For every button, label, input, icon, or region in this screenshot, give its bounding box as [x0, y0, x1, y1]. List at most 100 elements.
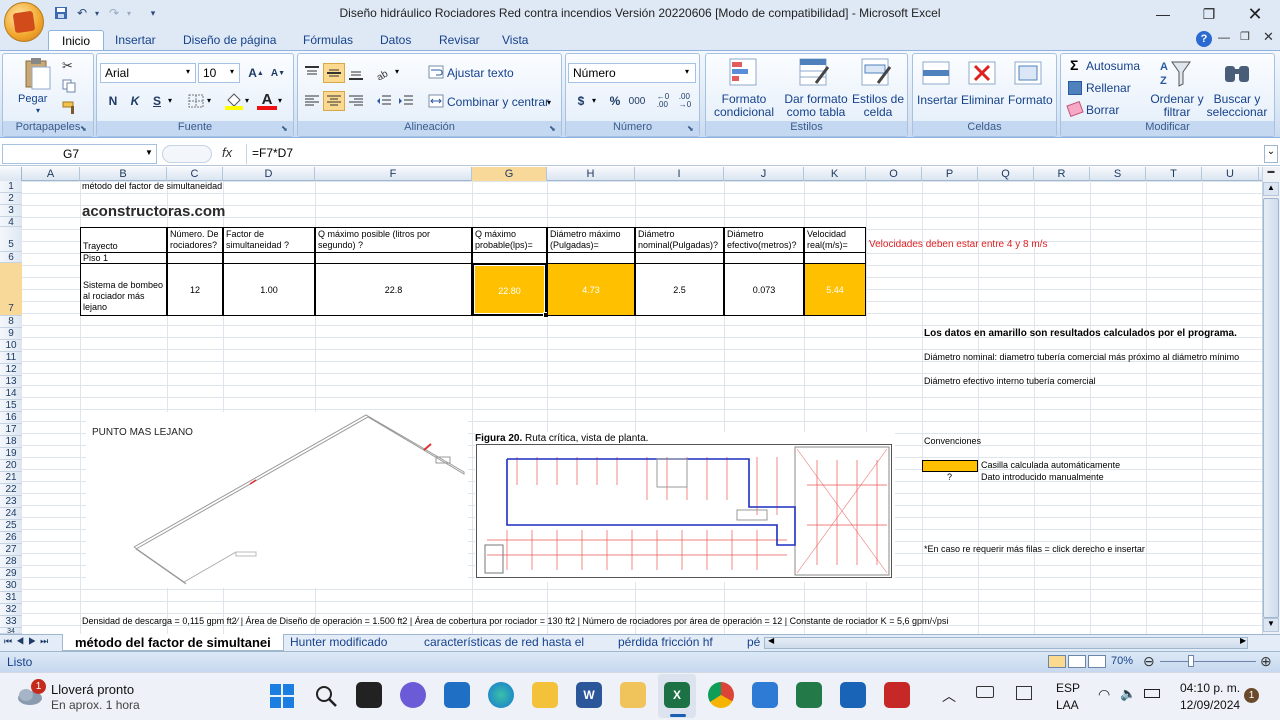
percent-button[interactable]: % [604, 91, 626, 111]
header-qmax[interactable]: Q máximo posible (litros por segundo) ? [315, 227, 472, 253]
decrease-decimal-icon[interactable]: .00 →0 [674, 91, 696, 111]
row-header[interactable]: 23 [0, 496, 22, 508]
fill-color-dropdown-icon[interactable]: ▾ [245, 96, 249, 105]
font-color-dropdown-icon[interactable]: ▾ [278, 96, 282, 105]
fill-icon[interactable] [1068, 81, 1082, 95]
format-as-table-button[interactable]: Dar formato como tabla [780, 93, 852, 119]
zoom-slider-track[interactable] [1160, 661, 1256, 662]
sheet-tab-active[interactable]: método del factor de simultanei [62, 634, 284, 651]
underline-button[interactable]: S [146, 91, 168, 111]
ribbon-restore-icon[interactable]: ❐ [1240, 30, 1250, 43]
redo-dropdown-icon[interactable]: ▾ [120, 5, 138, 21]
note-effective-diameter[interactable]: Diámetro efectivo interno tubería comerc… [924, 376, 1096, 387]
column-header-a[interactable]: A [22, 167, 80, 181]
row-header[interactable]: 33 [0, 616, 22, 628]
format-painter-icon[interactable] [62, 101, 78, 115]
alignment-launcher-icon[interactable]: ⬊ [549, 124, 556, 133]
formula-input[interactable]: =F7*D7 [252, 146, 293, 160]
column-header-j[interactable]: J [724, 167, 804, 181]
tab-inicio[interactable]: Inicio [48, 30, 105, 50]
font-name-combo[interactable]: Arial [100, 63, 196, 83]
wifi-icon[interactable]: ◠ [1098, 686, 1110, 703]
shrink-font-icon[interactable]: A ▼ [267, 63, 289, 83]
tab-formulas[interactable]: Fórmulas [290, 30, 366, 50]
conventions-title[interactable]: Convenciones [924, 436, 981, 447]
align-left-icon[interactable] [301, 91, 323, 111]
velocity-warning[interactable]: Velocidades deben estar entre 4 y 8 m/s [869, 239, 1047, 250]
ribbon-minimize-icon[interactable]: — [1218, 30, 1230, 44]
autosum-icon[interactable]: Σ [1070, 57, 1078, 73]
merge-center-button[interactable]: Combinar y centrar [447, 95, 549, 109]
select-all-button[interactable] [0, 167, 22, 181]
row-header[interactable]: 18 [0, 436, 22, 448]
column-header-d[interactable]: D [223, 167, 315, 181]
conventions-manual-symbol[interactable]: ? [947, 472, 952, 483]
column-header-k[interactable]: K [804, 167, 866, 181]
column-header-h[interactable]: H [547, 167, 635, 181]
cell-styles-icon[interactable] [860, 57, 892, 89]
align-right-icon[interactable] [345, 91, 367, 111]
conditional-format-button[interactable]: Formato condicional [708, 93, 780, 119]
row-header[interactable]: 24 [0, 508, 22, 520]
folder-app-icon[interactable] [620, 682, 646, 708]
font-name-dropdown-icon[interactable]: ▾ [186, 67, 190, 76]
paste-icon[interactable] [20, 57, 54, 91]
sort-filter-icon[interactable]: AZ [1160, 58, 1192, 90]
number-format-dropdown-icon[interactable]: ▾ [685, 67, 689, 76]
keyboard-layout[interactable]: LAA [1056, 698, 1079, 712]
clipboard-launcher-icon[interactable]: ⬊ [80, 124, 87, 133]
currency-button[interactable]: $ [570, 91, 592, 111]
borders-dropdown-icon[interactable]: ▾ [207, 96, 211, 105]
tab-diseno-pagina[interactable]: Diseño de página [170, 30, 289, 50]
horizontal-scrollbar[interactable] [764, 637, 1248, 649]
wrap-text-icon[interactable] [428, 65, 444, 79]
row-header[interactable]: 31 [0, 592, 22, 604]
fill-button[interactable]: Rellenar [1086, 81, 1131, 95]
row-header[interactable]: 17 [0, 424, 22, 436]
currency-dropdown-icon[interactable]: ▾ [592, 96, 596, 105]
format-cells-button[interactable]: Formato [1008, 93, 1053, 107]
find-select-icon[interactable] [1221, 58, 1253, 90]
column-header-s[interactable]: S [1090, 167, 1146, 181]
dnom-value[interactable]: 2.5 [635, 263, 724, 316]
notification-badge[interactable]: 1 [1244, 688, 1259, 703]
column-header-c[interactable]: C [167, 167, 223, 181]
column-header-o[interactable]: O [866, 167, 922, 181]
weather-subtitle[interactable]: En aprox. 1 hora [51, 698, 140, 712]
column-header-g[interactable]: G [472, 167, 547, 181]
delete-cells-button[interactable]: Eliminar [961, 93, 1004, 107]
insert-cells-icon[interactable] [921, 58, 953, 88]
align-bottom-icon[interactable] [345, 63, 367, 83]
note-nominal-diameter[interactable]: Diámetro nominal: diametro tubería comer… [924, 352, 1239, 363]
format-cells-icon[interactable] [1013, 58, 1045, 88]
row-header[interactable]: 10 [0, 340, 22, 352]
clear-button[interactable]: Borrar [1086, 103, 1119, 117]
find-select-button[interactable]: Buscar y seleccionar [1205, 93, 1269, 119]
cell-styles-button[interactable]: Estilos de celda [850, 93, 906, 119]
increase-decimal-icon[interactable]: ←0.00 [652, 91, 674, 111]
office-button[interactable] [4, 2, 44, 42]
scroll-up-icon[interactable]: ▲ [1263, 182, 1279, 196]
display-icon[interactable] [1016, 686, 1032, 700]
sheet-tab[interactable]: características de red hasta el [412, 634, 596, 651]
conventions-yellow-swatch[interactable] [922, 460, 978, 472]
formula-bar-divider[interactable] [162, 145, 212, 163]
dmax-value[interactable]: 4.73 [547, 263, 635, 316]
name-box-dropdown-icon[interactable]: ▼ [145, 148, 153, 157]
page-break-view-icon[interactable] [1088, 655, 1106, 668]
row-header[interactable]: 30 [0, 580, 22, 592]
close-button[interactable]: ✕ [1232, 2, 1278, 26]
factor-value[interactable]: 1.00 [223, 263, 315, 316]
row-header[interactable]: 8 [0, 316, 22, 328]
font-size-dropdown-icon[interactable]: ▾ [230, 67, 234, 76]
fill-color-icon[interactable] [224, 92, 244, 110]
paste-button[interactable]: Pegar [18, 93, 47, 105]
header-trayecto[interactable]: Trayecto [80, 227, 167, 253]
font-launcher-icon[interactable]: ⬊ [281, 124, 288, 133]
scroll-left-icon[interactable]: ◀ [768, 636, 774, 645]
sheet-tab[interactable]: pérdida fricción hf [606, 634, 725, 651]
vel-value[interactable]: 5.44 [804, 263, 866, 316]
column-header-u[interactable]: U [1202, 167, 1259, 181]
merge-center-icon[interactable] [428, 94, 444, 108]
chrome-icon[interactable] [708, 682, 734, 708]
